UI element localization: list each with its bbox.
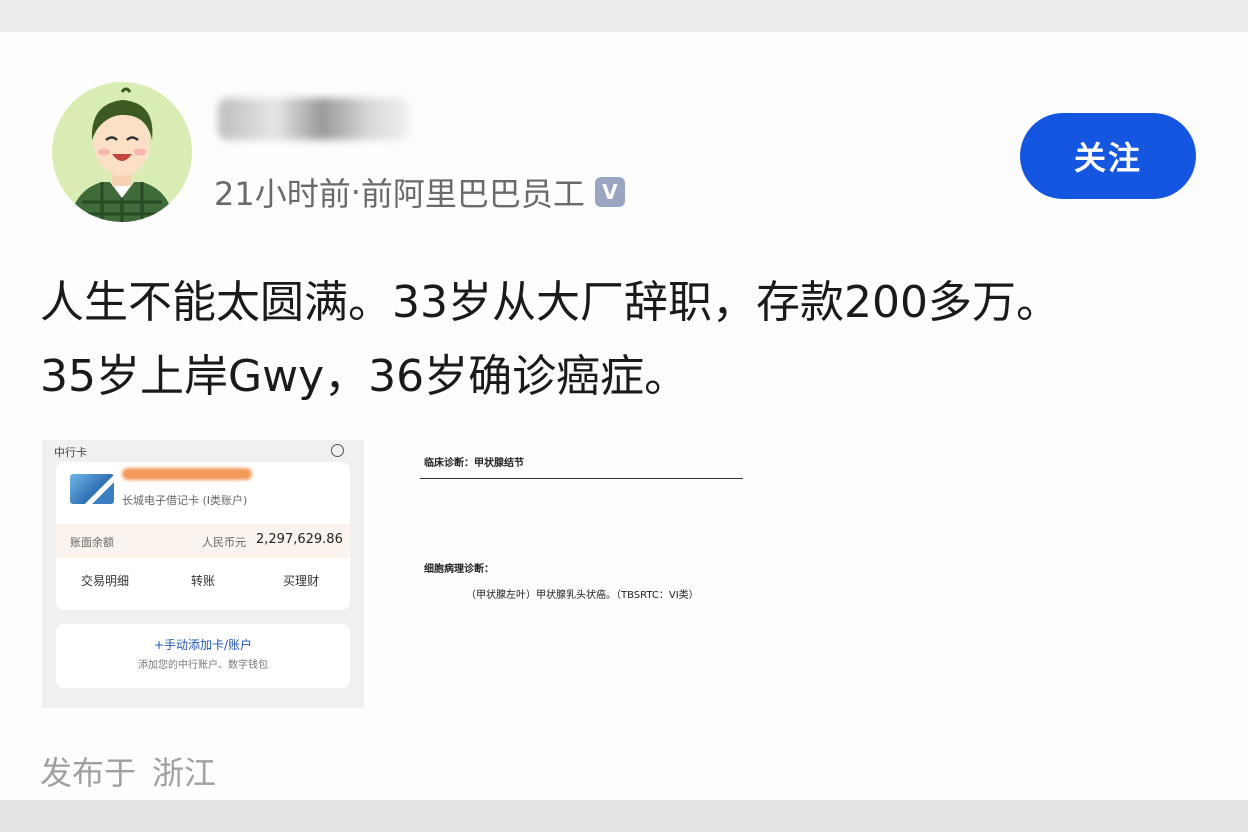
post-time: 21小时前	[214, 175, 351, 213]
balance-amount: 2,297,629.86	[256, 532, 343, 547]
cytology-label: 细胞病理诊断：	[424, 564, 494, 575]
bank-actions: 交易明细 转账 买理财	[56, 572, 350, 589]
target-icon	[331, 444, 344, 457]
follow-button[interactable]: 关注	[1020, 113, 1196, 199]
action-transfer: 转账	[190, 574, 215, 588]
add-card-label: +手动添加卡/账户	[153, 638, 253, 652]
location-prefix: 发布于	[40, 754, 137, 792]
bank-title: 中行卡	[54, 446, 87, 459]
author-title: 前阿里巴巴员工	[360, 175, 585, 213]
bank-card-panel: 长城电子借记卡 (I类账户) 账面余额 人民币元 2,297,629.86 交易…	[56, 462, 350, 610]
redaction-scribble	[122, 468, 252, 480]
verified-icon: V	[594, 177, 625, 207]
balance-label: 账面余额	[70, 536, 114, 549]
meta-separator: ·	[350, 173, 361, 211]
bottom-bar	[0, 800, 1248, 832]
bank-screenshot-image[interactable]: 中行卡 长城电子借记卡 (I类账户) 账面余额 人民币元 2,297,629.8…	[42, 440, 364, 708]
avatar-illustration	[70, 87, 174, 222]
post-text-line-2: 35岁上岸Gwy，36岁确诊癌症。	[40, 351, 689, 402]
add-card-desc: 添加您的中行账户、数字钱包	[138, 660, 268, 671]
avatar[interactable]	[52, 82, 192, 222]
card-name: 长城电子借记卡 (I类账户)	[122, 494, 248, 507]
cytology-result: （甲状腺左叶）甲状腺乳头状癌。（TBSRTC：VI类）	[466, 590, 699, 601]
username-redacted	[218, 98, 408, 140]
action-transactions: 交易明细	[80, 574, 129, 588]
diagnosis-image[interactable]: 临床诊断：甲状腺结节 细胞病理诊断： （甲状腺左叶）甲状腺乳头状癌。（TBSRT…	[412, 440, 772, 630]
post-text-line-1: 人生不能太圆满。33岁从大厂辞职，存款200多万。	[40, 277, 1060, 328]
action-wealth: 买理财	[282, 574, 319, 588]
post-meta: 21小时前 · 前阿里巴巴员工 V	[214, 170, 625, 214]
location-name: 浙江	[152, 754, 217, 792]
add-card-panel: +手动添加卡/账户 添加您的中行账户、数字钱包	[56, 624, 350, 688]
post-location: 发布于 浙江	[40, 748, 216, 794]
clinical-diagnosis: 临床诊断：甲状腺结节	[424, 458, 524, 469]
currency-label: 人民币元	[202, 536, 246, 549]
divider	[420, 478, 743, 479]
card-icon	[70, 474, 114, 504]
post-text: 人生不能太圆满。33岁从大厂辞职，存款200多万。 35岁上岸Gwy，36岁确诊…	[40, 266, 1220, 414]
balance-row: 账面余额 人民币元 2,297,629.86	[56, 524, 350, 558]
